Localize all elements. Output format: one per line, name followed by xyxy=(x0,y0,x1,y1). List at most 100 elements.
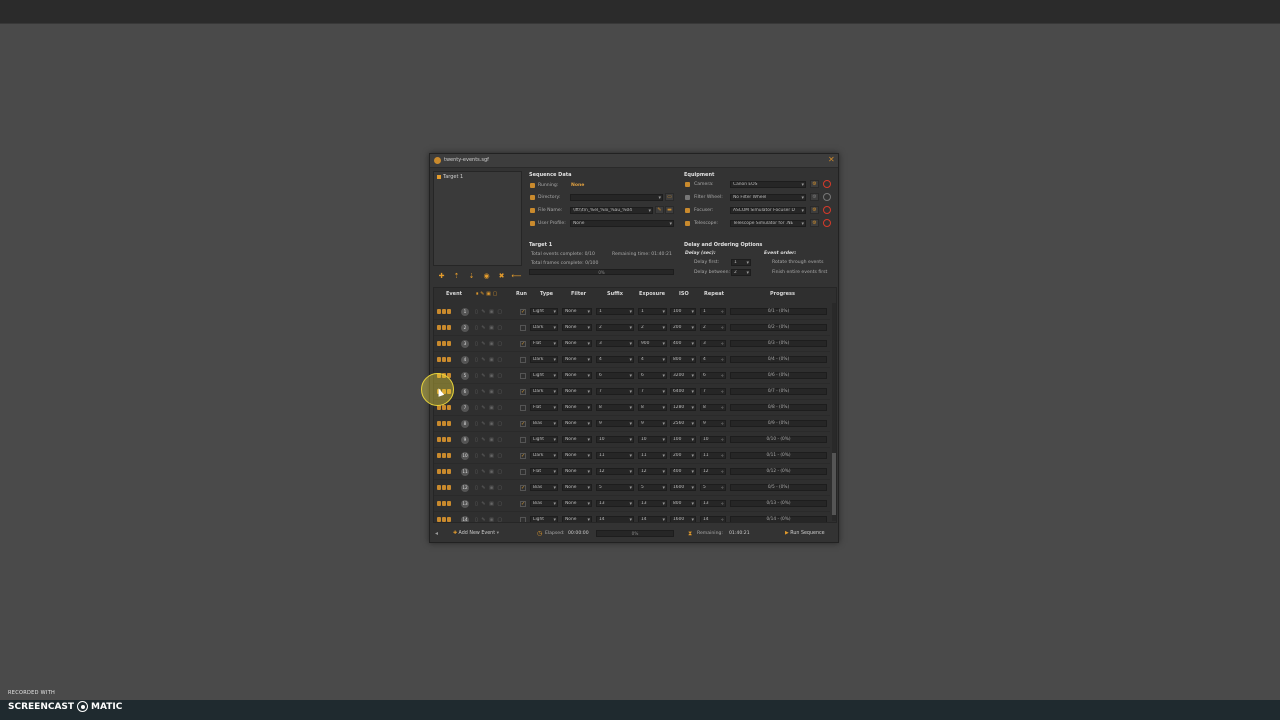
telescope-power-icon[interactable] xyxy=(823,219,831,227)
file-name-input[interactable]: \lft\\t\n_%el_%lx_%au_%04 xyxy=(570,207,653,214)
repeat-cell[interactable]: 8 xyxy=(700,404,726,411)
type-cell[interactable]: Flat xyxy=(530,340,558,347)
suffix-cell[interactable]: 2 xyxy=(596,324,634,331)
run-checkbox[interactable]: ✓ xyxy=(520,421,526,427)
event-action-icons[interactable]: ▯ ✎ ▣ ▢ xyxy=(475,405,503,411)
repeat-cell[interactable]: 5 xyxy=(700,484,726,491)
repeat-cell[interactable]: 13 xyxy=(700,500,726,507)
run-checkbox[interactable] xyxy=(520,325,526,331)
event-action-icons[interactable]: ▯ ✎ ▣ ▢ xyxy=(475,341,503,347)
exposure-cell[interactable]: 5 xyxy=(638,484,667,491)
exposure-cell[interactable]: 14 xyxy=(638,516,667,522)
exposure-cell[interactable]: 8 xyxy=(638,404,667,411)
event-action-icons[interactable]: ▯ ✎ ▣ ▢ xyxy=(475,469,503,475)
iso-cell[interactable]: 200 xyxy=(670,452,696,459)
table-row[interactable]: 14▯ ✎ ▣ ▢LightNone14141600140/14 - (0%) xyxy=(434,512,830,522)
filter-cell[interactable]: None xyxy=(562,500,592,507)
table-row[interactable]: 3 ▯ ✎ ▣ ▢ ✓ Flat None 3 900400 3 0/3 - (0%) xyxy=(434,336,830,352)
table-row[interactable]: 8▯ ✎ ▣ ▢✓BiasNone99256090/9 - (0%) xyxy=(434,416,830,432)
run-checkbox[interactable]: ✓ xyxy=(520,389,526,395)
filter-cell[interactable]: None xyxy=(562,308,592,315)
table-row[interactable]: 12▯ ✎ ▣ ▢✓BiasNone55160050/5 - (0%) xyxy=(434,480,830,496)
exposure-cell[interactable]: 4 xyxy=(638,356,667,363)
type-cell[interactable]: Flat xyxy=(530,468,558,475)
run-checkbox[interactable]: ✓ xyxy=(520,309,526,315)
repeat-cell[interactable]: 4 xyxy=(700,356,726,363)
move-down-icon[interactable]: ⇣ xyxy=(466,272,477,280)
filter-cell[interactable]: None xyxy=(562,324,592,331)
camera-select[interactable]: Canon EOS xyxy=(730,181,806,188)
exposure-cell[interactable]: 900 xyxy=(638,340,667,347)
grid-scrollbar[interactable] xyxy=(832,303,836,521)
event-state-icons[interactable] xyxy=(437,325,455,331)
type-cell[interactable]: Bias xyxy=(530,500,558,507)
type-cell[interactable]: Bias xyxy=(530,484,558,491)
suffix-cell[interactable]: 12 xyxy=(596,468,634,475)
event-state-icons[interactable] xyxy=(437,309,455,315)
table-row[interactable]: 5▯ ✎ ▣ ▢LightNone66320060/6 - (0%) xyxy=(434,368,830,384)
filter-cell[interactable]: None xyxy=(562,452,592,459)
repeat-cell[interactable]: 6 xyxy=(700,372,726,379)
exposure-cell[interactable]: 7 xyxy=(638,388,667,395)
event-state-icons[interactable] xyxy=(437,437,455,443)
suffix-cell[interactable]: 11 xyxy=(596,452,634,459)
run-checkbox[interactable] xyxy=(520,357,526,363)
repeat-cell[interactable]: 7 xyxy=(700,388,726,395)
run-checkbox[interactable]: ✓ xyxy=(520,485,526,491)
repeat-cell[interactable]: 10 xyxy=(700,436,726,443)
table-row[interactable]: 4▯ ✎ ▣ ▢DarkNone4480040/4 - (0%) xyxy=(434,352,830,368)
event-state-icons[interactable] xyxy=(437,485,455,491)
event-state-icons[interactable] xyxy=(437,469,455,475)
iso-cell[interactable]: 400 xyxy=(670,468,696,475)
iso-cell[interactable]: 1600 xyxy=(670,484,696,491)
filter-wheel-power-icon[interactable] xyxy=(823,193,831,201)
filter-cell[interactable]: None xyxy=(562,372,592,379)
filter-cell[interactable]: None xyxy=(562,484,592,491)
table-row[interactable]: 7▯ ✎ ▣ ▢FlatNone88128080/8 - (0%) xyxy=(434,400,830,416)
add-new-event-button[interactable]: ✚ Add New Event ▾ xyxy=(450,529,512,538)
suffix-cell[interactable]: 13 xyxy=(596,500,634,507)
focuser-select[interactable]: ASCOM Simulator Focuser D xyxy=(730,207,806,214)
suffix-cell[interactable]: 3 xyxy=(596,340,634,347)
event-action-icons[interactable]: ▯ ✎ ▣ ▢ xyxy=(475,485,503,491)
table-row[interactable]: 9▯ ✎ ▣ ▢LightNone1010100100/10 - (0%) xyxy=(434,432,830,448)
event-action-icons[interactable]: ▯ ✎ ▣ ▢ xyxy=(475,309,503,315)
repeat-cell[interactable]: 3 xyxy=(700,340,726,347)
suffix-cell[interactable]: 9 xyxy=(596,420,634,427)
event-state-icons[interactable] xyxy=(437,501,455,507)
event-state-icons[interactable] xyxy=(437,517,455,522)
event-state-icons[interactable] xyxy=(437,357,455,363)
event-action-icons[interactable]: ▯ ✎ ▣ ▢ xyxy=(475,373,503,379)
user-profile-select[interactable]: None xyxy=(570,220,674,227)
type-cell[interactable]: Light xyxy=(530,308,558,315)
filter-cell[interactable]: None xyxy=(562,516,592,522)
browse-folder-icon[interactable]: ▭ xyxy=(665,193,674,201)
run-checkbox[interactable] xyxy=(520,517,526,522)
directory-input[interactable] xyxy=(570,194,663,201)
table-row[interactable]: 11▯ ✎ ▣ ▢FlatNone1212400120/12 - (0%) xyxy=(434,464,830,480)
delay-first-input[interactable]: 1 xyxy=(731,259,751,266)
filter-wheel-settings-icon[interactable]: ⚙ xyxy=(810,193,819,201)
target-list-item[interactable]: Target 1 xyxy=(437,174,463,180)
table-row[interactable]: 6▯ ✎ ▣ ▢✓DarkNone77640070/7 - (0%) xyxy=(434,384,830,400)
suffix-cell[interactable]: 10 xyxy=(596,436,634,443)
target-list[interactable]: Target 1 xyxy=(433,171,522,266)
scroll-thumb[interactable] xyxy=(832,453,836,515)
event-action-icons[interactable]: ▯ ✎ ▣ ▢ xyxy=(475,437,503,443)
window-titlebar[interactable]: twenty-events.sgf ✕ xyxy=(430,154,838,168)
iso-cell[interactable]: 800 xyxy=(670,500,696,507)
run-checkbox[interactable] xyxy=(520,437,526,443)
finish-events-radio[interactable]: Finish entire events first xyxy=(772,270,827,275)
iso-cell[interactable]: 1600 xyxy=(670,516,696,522)
event-state-icons[interactable] xyxy=(437,453,455,459)
iso-cell[interactable]: 1280 xyxy=(670,404,696,411)
event-state-icons[interactable] xyxy=(437,341,455,347)
run-checkbox[interactable] xyxy=(520,405,526,411)
exposure-cell[interactable]: 13 xyxy=(638,500,667,507)
iso-cell[interactable]: 800 xyxy=(670,356,696,363)
filter-cell[interactable]: None xyxy=(562,340,592,347)
collapse-arrow-icon[interactable]: ◂ xyxy=(435,530,438,537)
file-options-icon[interactable]: ▬ xyxy=(665,206,674,214)
exposure-cell[interactable]: 1 xyxy=(638,308,667,315)
type-cell[interactable]: Bias xyxy=(530,420,558,427)
